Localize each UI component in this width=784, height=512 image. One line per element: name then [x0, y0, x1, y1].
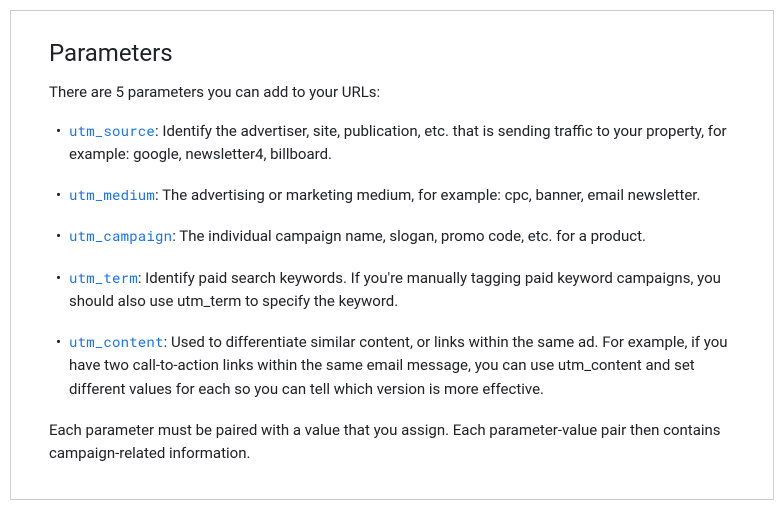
list-item: utm_campaign: The individual campaign na… [49, 225, 735, 248]
parameter-description: : Identify paid search keywords. If you'… [69, 269, 721, 310]
list-item: utm_source: Identify the advertiser, sit… [49, 120, 735, 167]
parameter-description: : The individual campaign name, slogan, … [172, 227, 646, 245]
parameter-description: : Identify the advertiser, site, publica… [69, 122, 727, 163]
parameter-list: utm_source: Identify the advertiser, sit… [49, 120, 735, 401]
parameter-description: : Used to differentiate similar content,… [69, 333, 728, 398]
parameter-code: utm_term [69, 268, 138, 287]
document-container: Parameters There are 5 parameters you ca… [10, 10, 774, 500]
parameter-code: utm_source [69, 121, 155, 140]
footer-text: Each parameter must be paired with a val… [49, 419, 735, 466]
page-title: Parameters [49, 39, 735, 67]
list-item: utm_medium: The advertising or marketing… [49, 184, 735, 207]
parameter-code: utm_content [69, 332, 164, 351]
parameter-description: : The advertising or marketing medium, f… [155, 186, 700, 204]
parameter-code: utm_campaign [69, 226, 172, 245]
list-item: utm_content: Used to differentiate simil… [49, 331, 735, 401]
list-item: utm_term: Identify paid search keywords.… [49, 267, 735, 314]
parameter-code: utm_medium [69, 185, 155, 204]
intro-text: There are 5 parameters you can add to yo… [49, 81, 735, 104]
